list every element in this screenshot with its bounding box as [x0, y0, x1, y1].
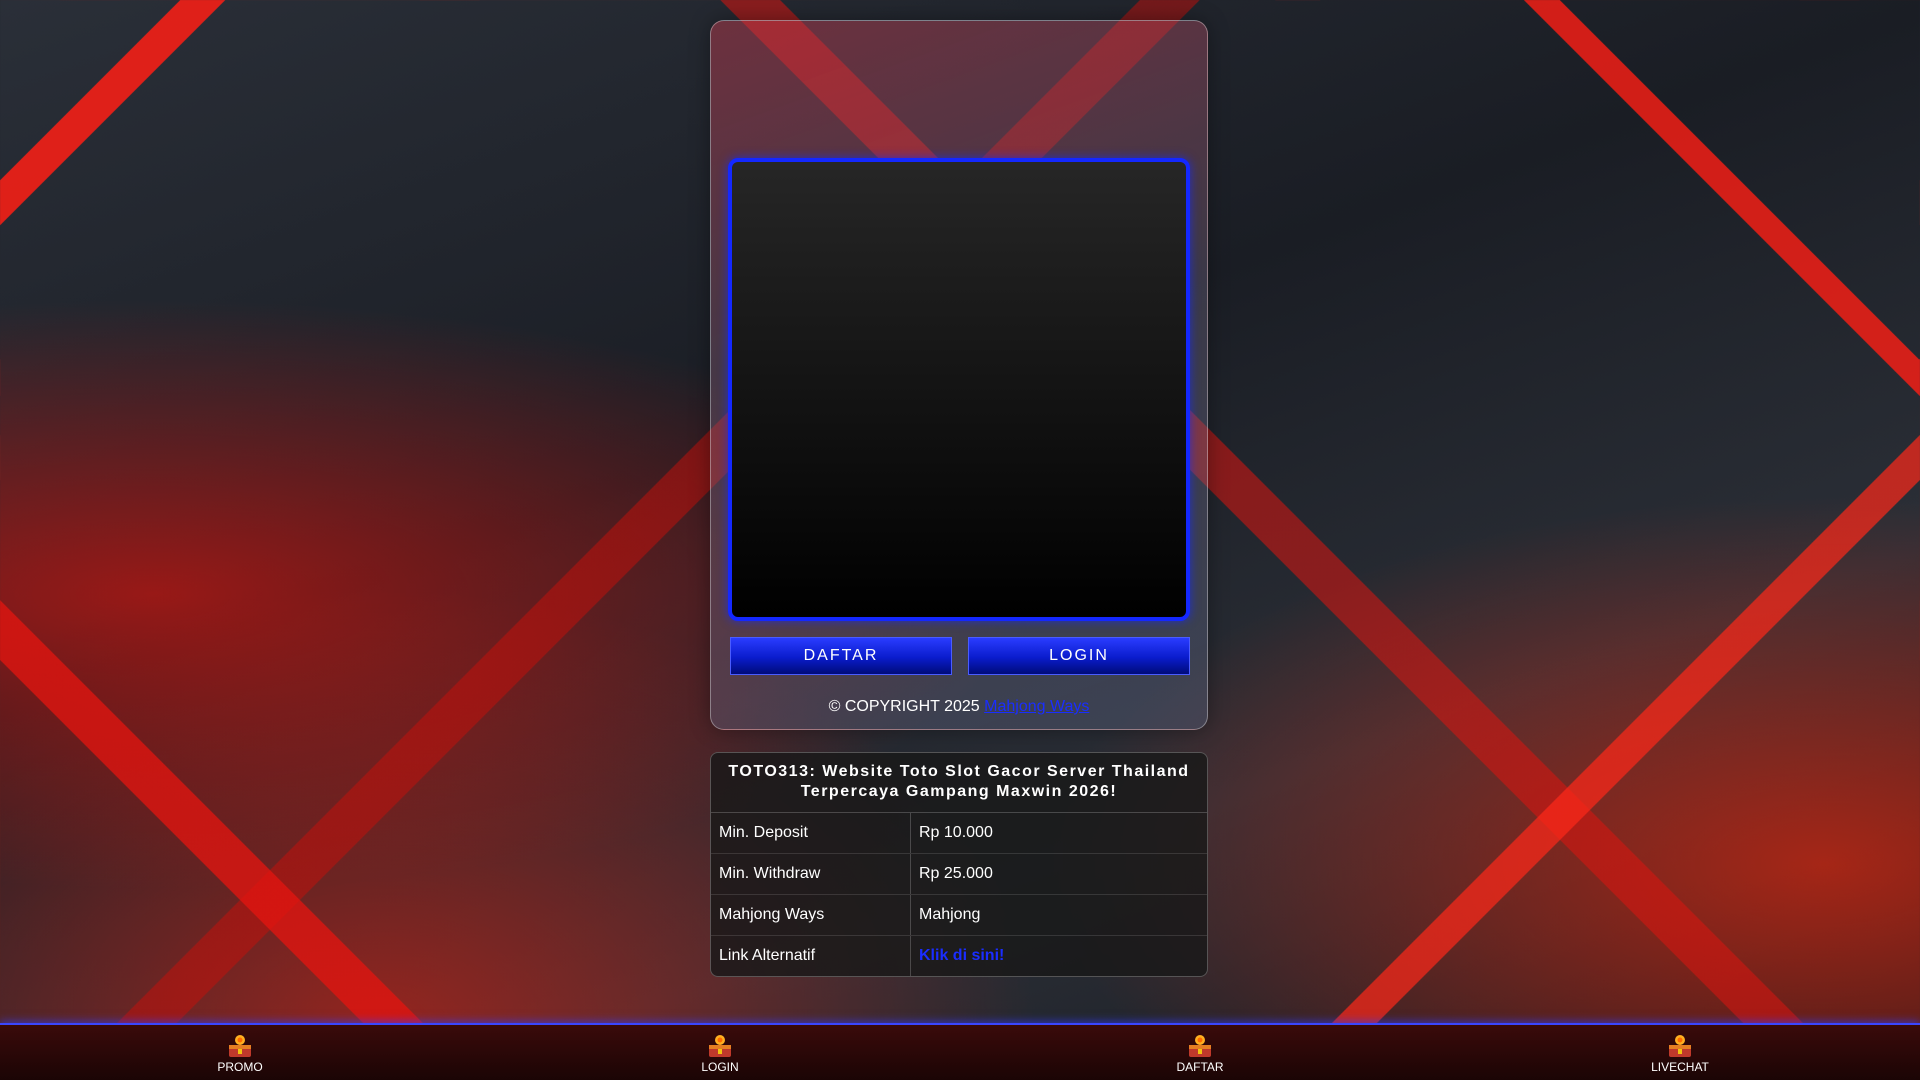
info-row-link-alternatif: Link Alternatif Klik di sini! [711, 936, 1207, 976]
treasure-icon [1669, 1035, 1691, 1057]
treasure-icon [709, 1035, 731, 1057]
info-value: Mahjong [919, 906, 981, 923]
info-key: Min. Deposit [711, 813, 911, 853]
info-key: Mahjong Ways [711, 895, 911, 935]
banner-image[interactable] [728, 158, 1190, 621]
info-value: Rp 25.000 [919, 865, 993, 882]
nav-label: LIVECHAT [1651, 1060, 1709, 1074]
bottom-nav: PROMO LOGIN DAFTAR LIVECHAT [0, 1023, 1920, 1080]
nav-label: PROMO [217, 1060, 263, 1074]
nav-item-livechat[interactable]: LIVECHAT [1440, 1025, 1920, 1080]
nav-label: LOGIN [701, 1060, 739, 1074]
info-row-mahjong-ways: Mahjong Ways Mahjong [711, 895, 1207, 936]
copyright-link[interactable]: Mahjong Ways [984, 698, 1089, 715]
info-row-min-withdraw: Min. Withdraw Rp 25.000 [711, 854, 1207, 895]
nav-label: DAFTAR [1176, 1060, 1224, 1074]
treasure-icon [229, 1035, 251, 1057]
info-row-min-deposit: Min. Deposit Rp 10.000 [711, 813, 1207, 854]
login-button[interactable]: LOGIN [968, 637, 1190, 675]
info-value: Rp 10.000 [919, 824, 993, 841]
nav-item-login[interactable]: LOGIN [480, 1025, 960, 1080]
info-table: TOTO313: Website Toto Slot Gacor Server … [710, 752, 1208, 977]
copyright-text: © COPYRIGHT 2025 [828, 698, 980, 715]
daftar-button[interactable]: DAFTAR [730, 637, 952, 675]
main-card: DAFTAR LOGIN © COPYRIGHT 2025 Mahjong Wa… [710, 20, 1208, 730]
nav-item-daftar[interactable]: DAFTAR [960, 1025, 1440, 1080]
treasure-icon [1189, 1035, 1211, 1057]
info-title: TOTO313: Website Toto Slot Gacor Server … [711, 753, 1207, 813]
info-key: Link Alternatif [711, 936, 911, 976]
alternative-link[interactable]: Klik di sini! [911, 936, 1207, 976]
nav-item-promo[interactable]: PROMO [0, 1025, 480, 1080]
copyright: © COPYRIGHT 2025 Mahjong Ways [711, 698, 1207, 716]
info-key: Min. Withdraw [711, 854, 911, 894]
